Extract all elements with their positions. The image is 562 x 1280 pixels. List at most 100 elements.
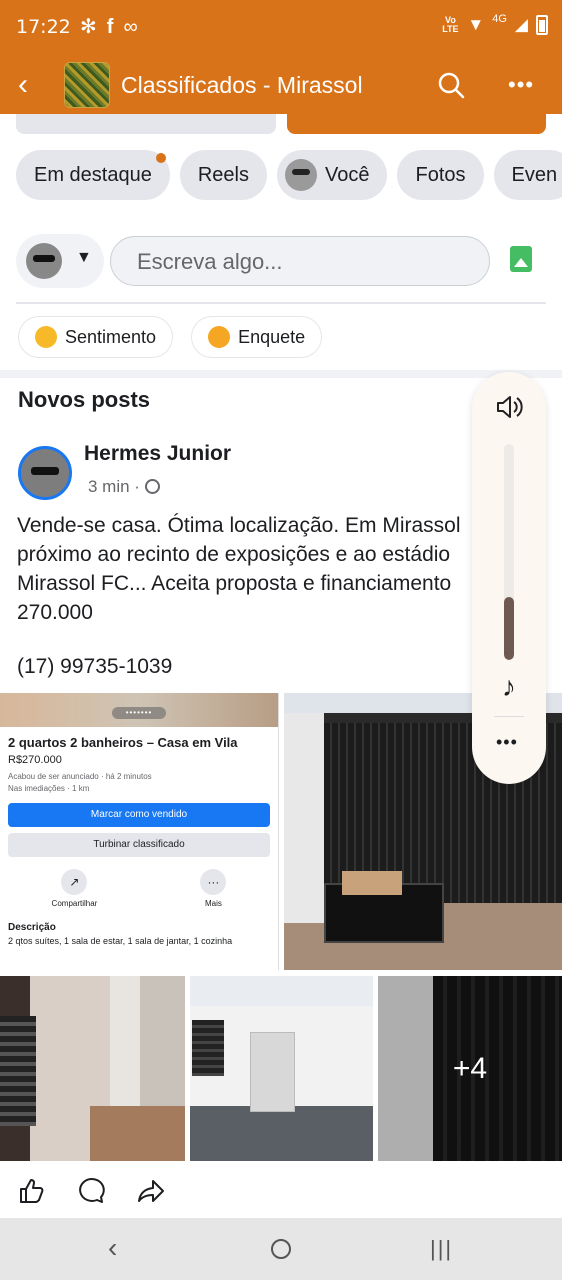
like-icon[interactable]	[16, 1176, 46, 1206]
pinwheel-icon: ✻	[80, 16, 107, 38]
avatar	[285, 159, 317, 191]
chip-label: Em destaque	[34, 163, 152, 186]
listing-actions: ↗ Compartilhar ··· Mais	[0, 869, 278, 908]
listing-photo-strip: •••••••	[0, 693, 278, 727]
poll-button[interactable]: Enquete	[191, 316, 323, 358]
write-something-input[interactable]: Escreva algo...	[110, 236, 490, 286]
poll-label: Enquete	[238, 326, 306, 347]
photo-more[interactable]: +4	[378, 976, 562, 1161]
chip-label: Fotos	[415, 163, 466, 186]
back-arrow-icon[interactable]: ‹	[18, 68, 28, 102]
mark-sold-button: Marcar como vendido	[8, 803, 270, 827]
nav-recents-icon[interactable]: |||	[430, 1236, 453, 1262]
listing-title: 2 quartos 2 banheiros – Casa em Vila	[8, 735, 238, 750]
photo-floor	[90, 1106, 185, 1161]
system-nav-bar: ‹ |||	[0, 1218, 562, 1280]
listing-distance: Nas imediações · 1 km	[8, 784, 90, 793]
volte-icon: Vo LTE	[442, 15, 459, 34]
chip-em-destaque[interactable]: Em destaque	[16, 150, 170, 200]
partial-button-right[interactable]	[287, 114, 546, 134]
search-icon[interactable]	[436, 70, 466, 100]
photo-side-corridor[interactable]	[0, 976, 185, 1161]
post-body: Vende-se casa. Ótima localização. Em Mir…	[17, 514, 467, 624]
caret-down-icon: ▼	[76, 249, 92, 266]
share-icon[interactable]	[136, 1176, 166, 1206]
listing-price: R$270.000	[8, 754, 62, 766]
post-composer: ▼ Escreva algo...	[16, 234, 546, 288]
photo-facade[interactable]	[190, 976, 373, 1161]
photo-box	[342, 871, 402, 895]
music-note-icon[interactable]: ♪	[496, 670, 522, 704]
divider	[494, 716, 524, 717]
comment-icon[interactable]	[76, 1176, 106, 1206]
chip-fotos[interactable]: Fotos	[397, 150, 484, 200]
group-avatar[interactable]	[64, 62, 110, 108]
section-title: Novos posts	[18, 387, 151, 412]
boost-listing-button: Turbinar classificado	[8, 833, 270, 857]
post-phone[interactable]: (17) 99735-1039	[17, 655, 172, 679]
listing-screenshot[interactable]: ••••••• 2 quartos 2 banheiros – Casa em …	[0, 693, 279, 970]
share-icon: ↗	[61, 869, 88, 895]
network-type-label: 4G	[492, 13, 507, 25]
author-avatar[interactable]	[18, 446, 72, 500]
share-action: ↗ Compartilhar	[51, 869, 98, 908]
speaker-icon[interactable]	[494, 392, 524, 422]
hidden-action-buttons	[0, 114, 562, 136]
post-actions	[0, 1166, 562, 1218]
post-meta: 3 min ·	[88, 477, 160, 497]
more-action: ··· Mais	[200, 869, 227, 908]
globe-icon	[144, 479, 160, 494]
volume-slider[interactable]	[504, 444, 514, 660]
more-options-icon[interactable]: •••	[508, 72, 534, 98]
chip-label: Reels	[197, 163, 249, 186]
section-divider	[0, 370, 562, 378]
carousel-dots: •••••••	[112, 707, 166, 719]
chip-voce[interactable]: Você	[277, 150, 388, 200]
more-photos-count: +4	[378, 976, 562, 1161]
status-time: 17:22	[16, 16, 71, 38]
battery-icon	[536, 15, 548, 35]
photo-window	[192, 1020, 224, 1076]
volume-level	[504, 597, 514, 660]
avatar	[26, 243, 62, 279]
nav-home-icon[interactable]	[270, 1238, 292, 1260]
post-time[interactable]: 3 min ·	[88, 477, 140, 496]
signal-icon: ◢	[514, 15, 528, 34]
status-system-icons: Vo LTE ▼ 4G ◢	[441, 13, 548, 35]
chip-eventos[interactable]: Even	[493, 150, 562, 200]
wifi-icon: ▼	[467, 15, 485, 34]
page-title[interactable]: Classificados - Mirassol	[121, 72, 363, 99]
photo-wall	[284, 713, 324, 923]
filter-chips: Em destaque Reels Você Fotos Even	[16, 150, 562, 200]
more-icon: ···	[200, 869, 227, 895]
photo-door	[250, 1032, 295, 1112]
notification-dot	[155, 153, 166, 163]
chip-label: Você	[325, 163, 370, 186]
app-bar: ‹ Classificados - Mirassol •••	[0, 56, 562, 114]
nav-back-icon[interactable]: ‹	[108, 1232, 117, 1264]
listing-description: 2 qtos suítes, 1 sala de estar, 1 sala d…	[8, 936, 233, 946]
infinity-icon: ∞	[123, 16, 148, 38]
more-label: Mais	[204, 899, 222, 908]
feeling-label: Sentimento	[65, 326, 157, 347]
chip-reels[interactable]: Reels	[179, 150, 267, 200]
profile-switcher[interactable]: ▼	[16, 234, 104, 288]
status-notification-icons: ✻f∞	[80, 14, 148, 39]
chip-label: Even	[511, 163, 558, 186]
listing-listed: Acabou de ser anunciado · há 2 minutos	[8, 772, 152, 781]
divider	[16, 302, 546, 304]
photo-icon[interactable]	[510, 246, 532, 272]
author-name[interactable]: Hermes Junior	[84, 442, 231, 466]
facebook-icon: f	[106, 16, 124, 38]
share-label: Compartilhar	[51, 899, 98, 908]
feeling-button[interactable]: Sentimento	[18, 316, 174, 358]
poll-icon	[208, 326, 231, 348]
status-bar: 17:22 ✻f∞ Vo LTE ▼ 4G ◢	[0, 0, 562, 56]
listing-description-title: Descrição	[8, 922, 56, 933]
quick-actions: Sentimento Enquete	[18, 316, 323, 358]
volume-panel: ♪ •••	[472, 372, 546, 784]
smiley-icon	[35, 326, 57, 348]
partial-button-left[interactable]	[16, 114, 276, 134]
more-options-icon[interactable]: •••	[496, 732, 518, 753]
photo-window	[0, 1016, 36, 1126]
